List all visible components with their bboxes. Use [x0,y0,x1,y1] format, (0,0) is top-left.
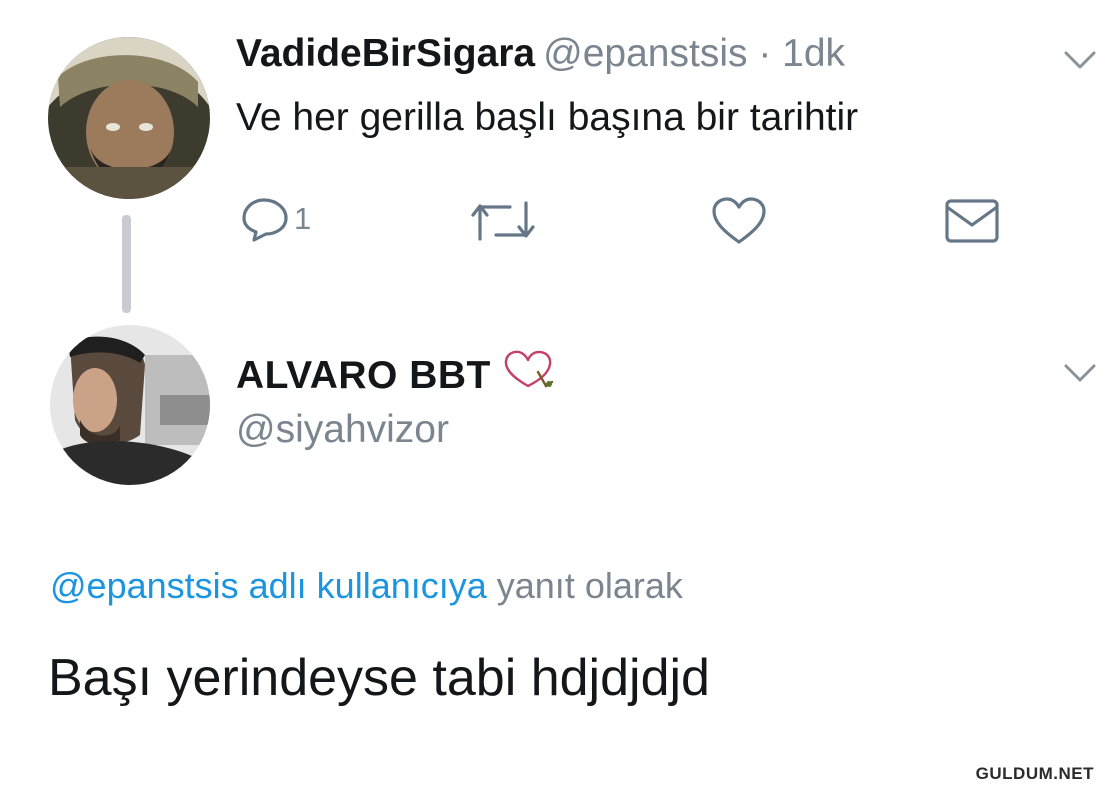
replying-to: @epanstsis adlı kullanıcıya yanıt olarak [50,565,683,607]
avatar[interactable] [50,325,210,485]
tweet-time: · 1dk [758,32,846,75]
share-button[interactable] [944,197,1000,245]
retweet-button[interactable] [470,199,536,243]
chevron-down-icon[interactable] [1063,361,1097,385]
reply-text: Başı yerindeyse tabi hdjdjdjd [48,649,710,707]
reply-button[interactable]: 1 [240,196,311,242]
like-button[interactable] [710,196,768,246]
reply-count: 1 [294,201,312,236]
author-name[interactable]: ALVARO BBT [236,354,491,397]
watermark: GULDUM.NET [975,764,1094,783]
chevron-down-icon[interactable] [1063,48,1097,72]
author-handle[interactable]: @siyahvizor [236,408,449,452]
replying-to-suffix: yanıt olarak [486,565,683,606]
heart-icon [712,197,766,244]
avatar-photo [50,325,210,485]
reply-icon [242,198,288,242]
replying-to-mention[interactable]: @epanstsis adlı kullanıcıya [50,565,487,606]
avatar[interactable] [48,37,210,199]
thread-connector [122,215,131,313]
avatar-photo [48,37,210,199]
author-name[interactable]: VadideBirSigara [236,32,535,75]
mail-icon [945,199,999,243]
reply-author: ALVARO BBT [236,348,556,398]
tweet-text: Ve her gerilla başlı başına bir tarihtir [236,96,859,139]
author-handle[interactable]: @epanstsis [543,32,747,75]
tweet-header: VadideBirSigara @epanstsis · 1dk [236,32,845,76]
retweet-icon [471,201,535,241]
heart-outline-icon [505,350,554,388]
